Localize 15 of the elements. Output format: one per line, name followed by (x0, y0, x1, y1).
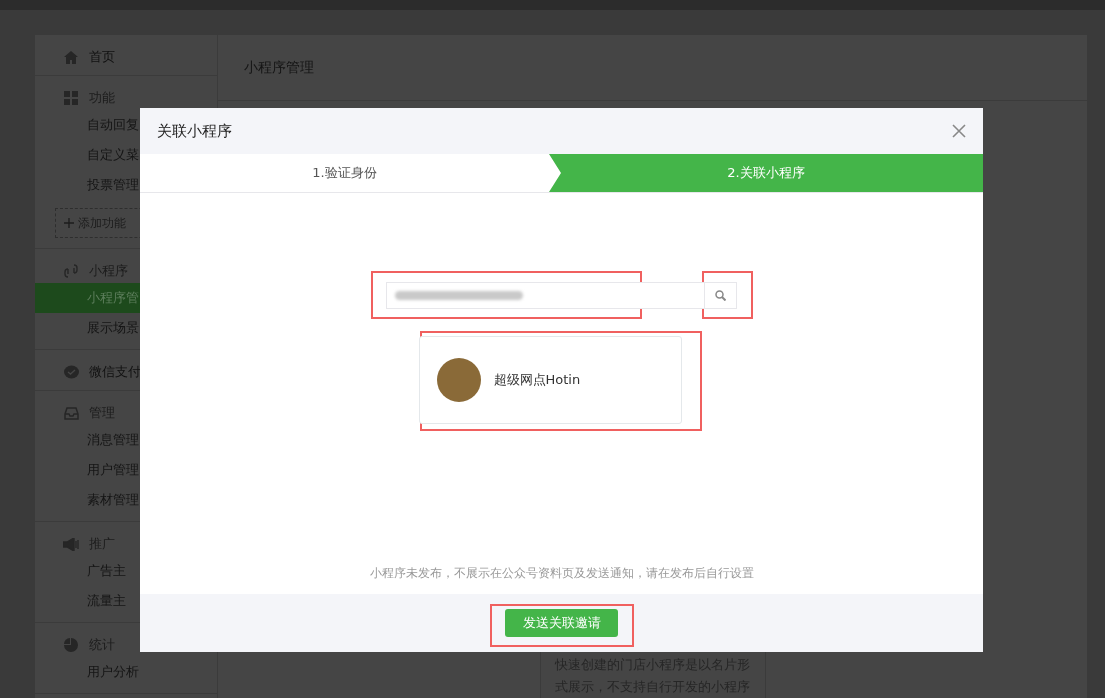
notice-text: 小程序未发布，不展示在公众号资料页及发送通知，请在发布后自行设置 (369, 565, 754, 582)
close-icon[interactable] (952, 124, 966, 138)
pie-chart-icon (64, 638, 78, 652)
dialog-title: 关联小程序 (157, 120, 232, 142)
plus-icon (64, 218, 74, 228)
send-invitation-button[interactable]: 发送关联邀请 (505, 609, 618, 637)
megaphone-icon (63, 537, 79, 551)
grid-icon (64, 91, 78, 105)
link-icon (64, 264, 78, 278)
mini-program-name: 超级网点Hotin (493, 371, 581, 390)
avatar-placeholder (436, 358, 481, 402)
chat-icon (63, 365, 79, 379)
home-icon (64, 50, 78, 64)
result-card[interactable]: 超级网点Hotin (418, 336, 682, 424)
inbox-icon (63, 406, 79, 420)
